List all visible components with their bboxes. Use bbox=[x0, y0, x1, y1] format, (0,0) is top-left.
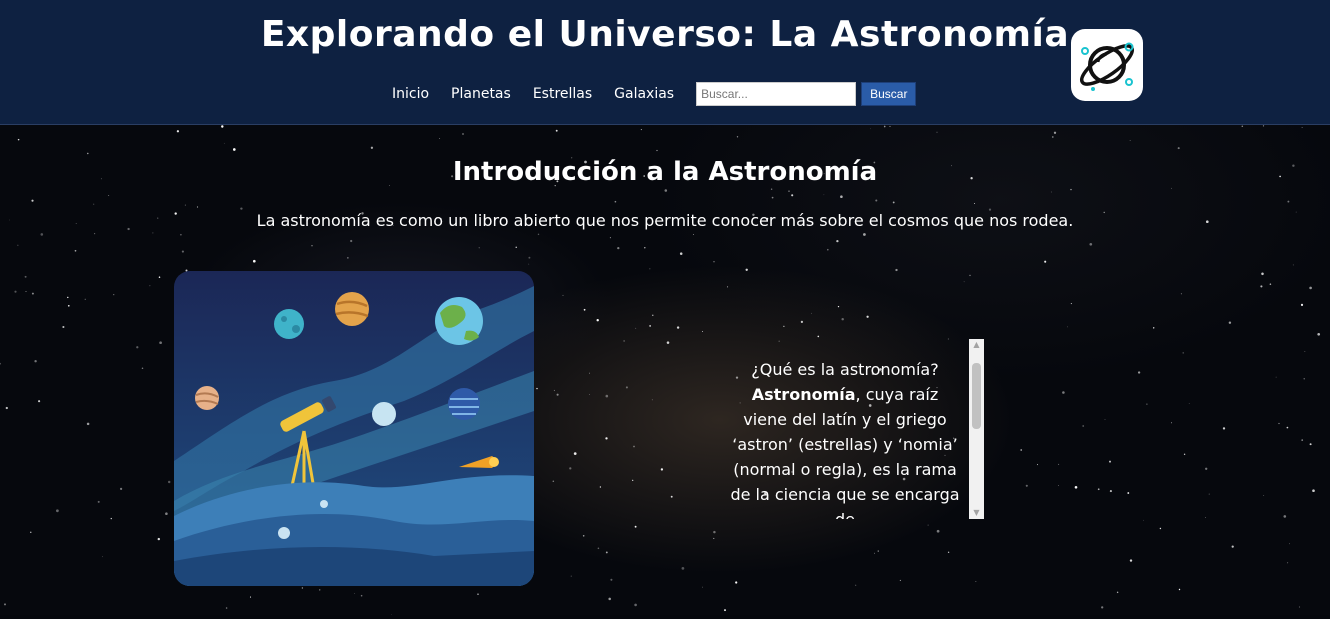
nav-link-galaxias[interactable]: Galaxias bbox=[614, 86, 674, 102]
scrollbar-thumb[interactable] bbox=[972, 363, 981, 429]
definition-question: ¿Qué es la astronomía? bbox=[751, 360, 939, 379]
nav-link-planetas[interactable]: Planetas bbox=[451, 86, 511, 102]
astronomy-definition: ¿Qué es la astronomía? Astronomía, cuya … bbox=[730, 339, 960, 519]
search-button[interactable]: Buscar bbox=[861, 82, 917, 106]
intro-text: La astronomía es como un libro abierto q… bbox=[256, 211, 1074, 230]
definition-body: , cuya raíz viene del latín y el griego … bbox=[730, 385, 960, 519]
astronomy-text-scrollbox[interactable]: ¿Qué es la astronomía? Astronomía, cuya … bbox=[730, 339, 970, 519]
main-nav: Inicio Planetas Estrellas Galaxias Busca… bbox=[392, 82, 917, 106]
nav-link-estrellas[interactable]: Estrellas bbox=[533, 86, 592, 102]
nav-link-inicio[interactable]: Inicio bbox=[392, 86, 429, 102]
planet-logo-icon[interactable] bbox=[1071, 29, 1143, 101]
section-title: Introducción a la Astronomía bbox=[452, 157, 878, 187]
site-header: Explorando el Universo: La Astronomía In… bbox=[0, 0, 1330, 125]
scroll-up-arrow-icon[interactable]: ▲ bbox=[969, 339, 984, 351]
scroll-down-arrow-icon[interactable]: ▼ bbox=[969, 507, 984, 519]
search-input[interactable] bbox=[696, 82, 857, 106]
telescope-night-sky-illustration bbox=[174, 271, 534, 586]
definition-term: Astronomía bbox=[751, 385, 856, 404]
scrollbox-scrollbar[interactable]: ▲ ▼ bbox=[969, 339, 984, 519]
